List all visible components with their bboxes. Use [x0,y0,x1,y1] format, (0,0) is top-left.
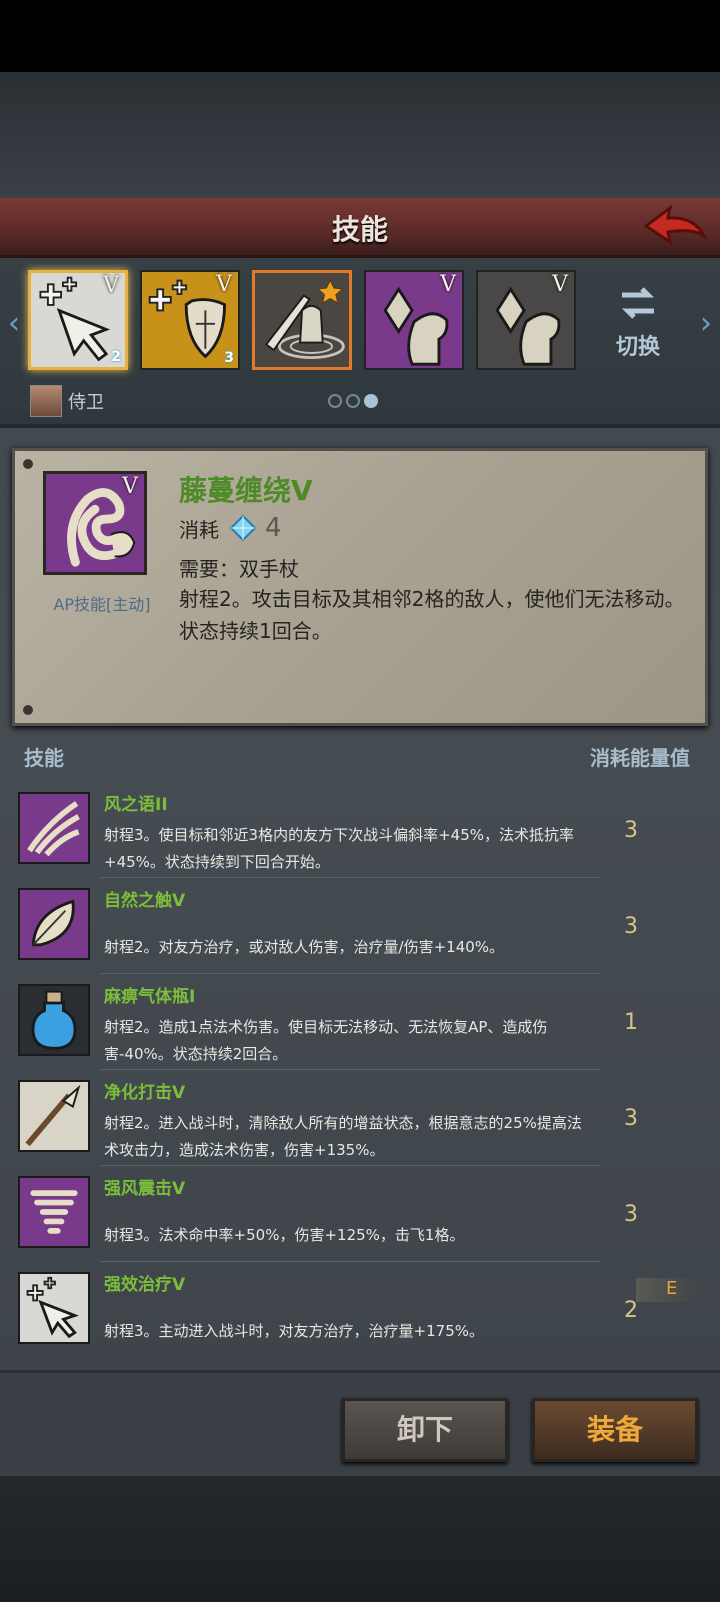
slot-level: 2 [111,349,121,365]
skill-row[interactable]: 自然之触V 射程2。对友方治疗，或对敌人伤害，治疗量/伤害+140%。 3 [0,878,720,974]
skill-cost: 3 [624,1202,638,1227]
list-header-cost: 消耗能量值 [590,746,690,770]
prev-arrow-icon[interactable]: ‹ [4,304,24,344]
skill-type: AP技能[主动] [53,595,151,614]
energy-gem-icon [229,514,257,542]
skill-list-header: 技能 消耗能量值 [0,730,720,778]
skill-slot-4[interactable]: V [364,270,464,370]
skill-icon [18,984,90,1056]
skill-cost: 1 [624,1010,638,1035]
skill-desc: 射程3。使目标和邻近3格内的友方下次战斗偏斜率+45%，法术抵抗率+45%。状态… [104,826,574,871]
skill-desc: 射程3。法术命中率+50%，伤害+125%，击飞1格。 [104,1226,465,1244]
rivet [23,459,33,469]
swap-arrows-icon [621,287,655,319]
tornado-icon [20,1178,88,1246]
detail-rank: V [122,474,138,499]
page-dot[interactable] [346,394,360,408]
skill-icon [18,1176,90,1248]
skill-cost: 3 [624,914,638,939]
skill-row[interactable]: 强效治疗V 射程3。主动进入战斗时，对友方治疗，治疗量+175%。 2 [0,1262,720,1358]
slot-rank: V [440,272,456,297]
skill-row[interactable]: 麻痹气体瓶I 射程2。造成1点法术伤害。使目标无法移动、无法恢复AP、造成伤害-… [0,974,720,1070]
skill-cost: 消耗 4 [179,513,282,543]
slot-level: 3 [224,350,234,366]
skill-detail-card: V AP技能[主动] 藤蔓缠绕V 消耗 4 需要：双手杖 射程2。攻击目标及其相… [12,448,708,726]
skill-cost: 3 [624,1106,638,1131]
guard-label: 侍卫 [68,392,104,413]
skill-description: 射程2。攻击目标及其相邻2格的敌人，使他们无法移动。状态持续1回合。 [179,587,685,643]
skill-name: 麻痹气体瓶I [104,987,196,1007]
header: 技能 [0,198,720,258]
wind-whisper-icon [20,794,88,862]
next-arrow-icon[interactable]: › [696,304,716,344]
status-bar [0,0,720,72]
switch-label: 切换 [615,335,660,360]
skill-icon [18,888,90,960]
page-dots [328,394,378,408]
skill-desc: 射程2。对友方治疗，或对敌人伤害，治疗量/伤害+140%。 [104,938,505,956]
rivet [23,705,33,715]
cost-value: 4 [265,513,282,543]
back-button[interactable] [642,202,708,254]
page-title: 技能 [331,213,388,246]
page-dot[interactable] [328,394,342,408]
skill-cost: 3 [624,818,638,843]
skill-slot-2[interactable]: V 3 [140,270,240,370]
skill-requirement: 需要：双手杖 [179,557,299,581]
slot-rank: V [103,273,119,298]
spear-strike-icon [20,1082,88,1150]
switch-button[interactable]: 切换 [608,285,668,365]
sword-ward-icon [255,273,349,367]
avatar [30,385,62,417]
skill-name: 净化打击V [104,1083,186,1103]
skill-slot-5[interactable]: V [476,270,576,370]
skill-desc: 射程3。主动进入战斗时，对友方治疗，治疗量+175%。 [104,1322,484,1340]
background-top [0,72,720,198]
skill-slot-3[interactable] [252,270,352,370]
skill-icon [18,1080,90,1152]
skill-icon [18,1272,90,1344]
skill-name: 藤蔓缠绕V [179,474,313,507]
unload-button[interactable]: 卸下 [342,1398,508,1462]
skill-row[interactable]: 净化打击V 射程2。进入战斗时，清除敌人所有的增益状态，根据意志的25%提高法术… [0,1070,720,1166]
cost-label: 消耗 [179,517,219,542]
skill-desc: 射程2。进入战斗时，清除敌人所有的增益状态，根据意志的25%提高法术攻击力，造成… [104,1114,582,1159]
skill-name: 自然之触V [104,891,186,911]
slot-rank: V [216,272,232,297]
equip-button[interactable]: 装备 [532,1398,698,1462]
background-bottom [0,1476,720,1602]
skill-row[interactable]: 强风震击V 射程3。法术命中率+50%，伤害+125%，击飞1格。 3 [0,1166,720,1262]
skill-name: 强风震击V [104,1179,186,1199]
equipped-mark: E [636,1278,700,1302]
heal-cursor-icon [20,1274,88,1342]
page-dot-active[interactable] [364,394,378,408]
detail-skill-icon: V [43,471,147,575]
list-header-skill: 技能 [24,746,64,770]
potion-bottle-icon [20,986,88,1054]
skill-desc: 射程2。造成1点法术伤害。使目标无法移动、无法恢复AP、造成伤害-40%。状态持… [104,1018,548,1063]
skill-icon [18,792,90,864]
skill-row[interactable]: 风之语II 射程3。使目标和邻近3格内的友方下次战斗偏斜率+45%，法术抵抗率+… [0,782,720,878]
back-arrow-icon [643,204,708,246]
skill-name: 强效治疗V [104,1275,186,1295]
slot-rank: V [552,272,568,297]
guard-tag: 侍卫 [30,385,104,417]
leaf-icon [20,890,88,958]
skill-name: 风之语II [104,795,168,815]
skill-slot-1[interactable]: V 2 [28,270,128,370]
